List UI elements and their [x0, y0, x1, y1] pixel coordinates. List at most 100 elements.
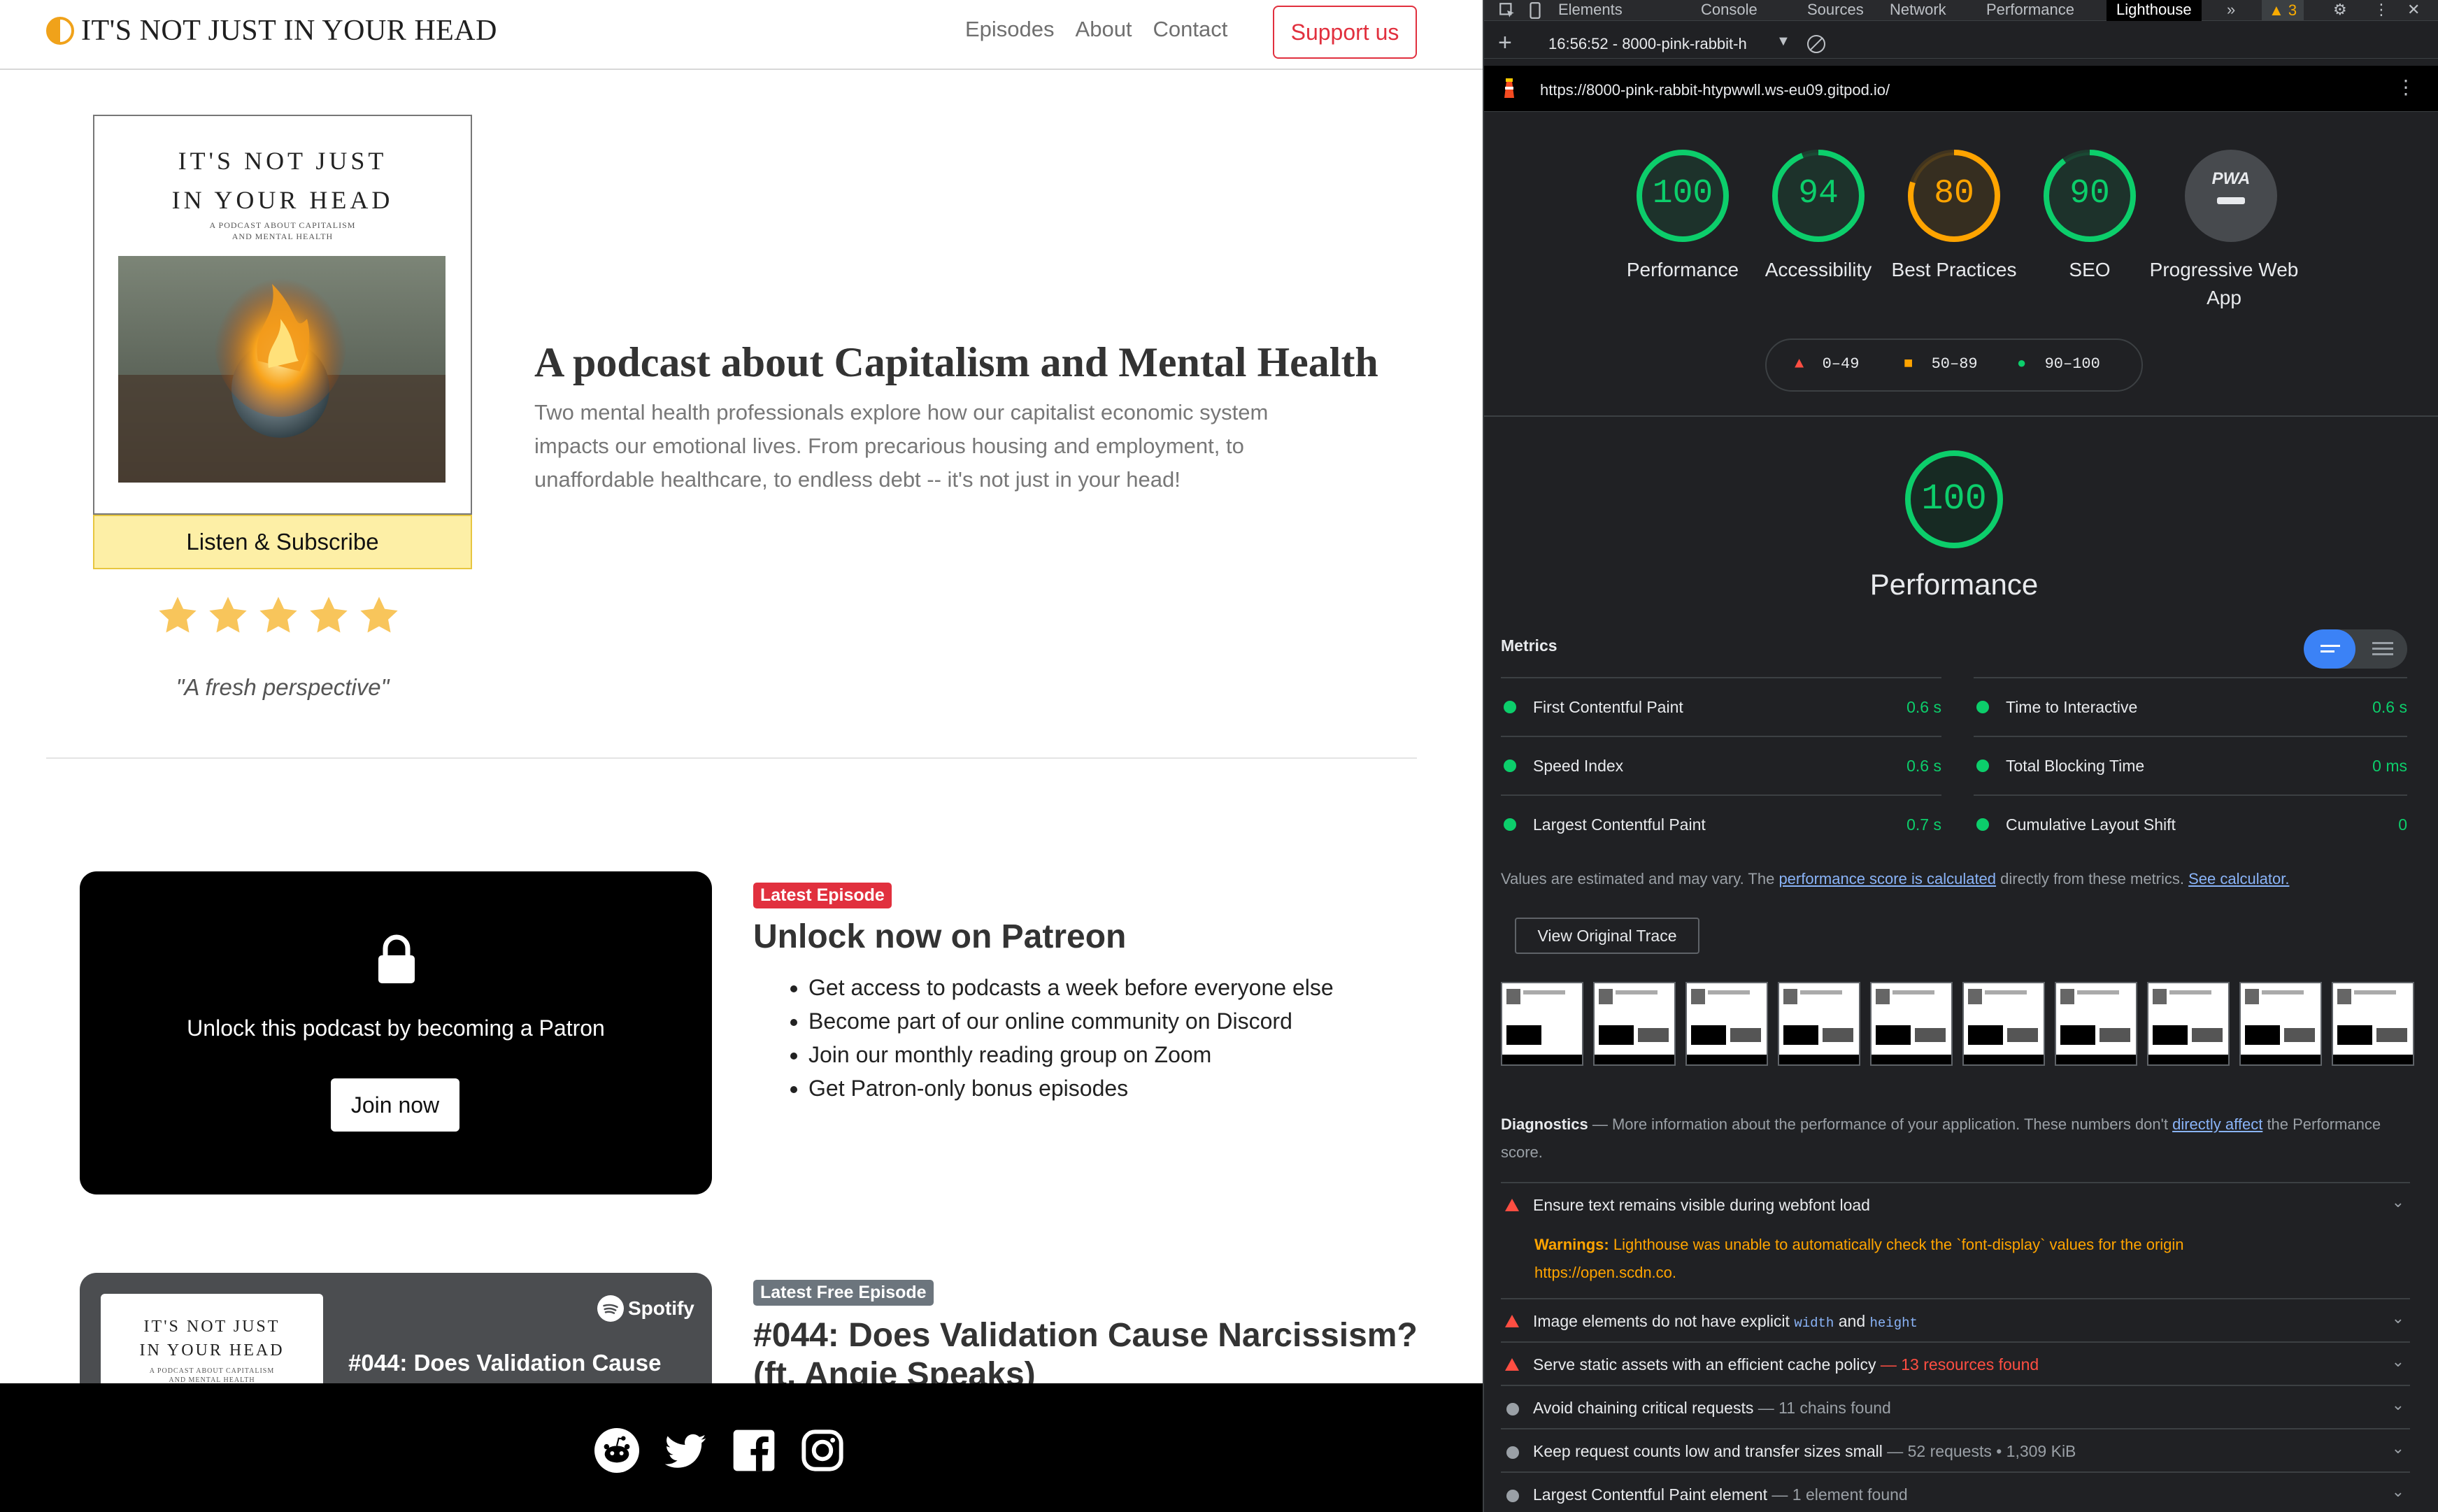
spotify-episode-title: #044: Does Validation Cause — [348, 1350, 662, 1376]
inspect-element-icon[interactable] — [1498, 1, 1516, 20]
toggle-compact-view[interactable] — [2304, 629, 2355, 669]
audit-title-wrap: Avoid chaining critical requests — 11 ch… — [1533, 1399, 1891, 1418]
audit-title-wrap: Largest Contentful Paint element — 1 ele… — [1533, 1485, 1908, 1504]
metric-cls: Cumulative Layout Shift 0 — [1974, 794, 2407, 853]
nav-link-about[interactable]: About — [1076, 17, 1132, 42]
metric-name: First Contentful Paint — [1533, 698, 1683, 716]
cover-subtitle-line: AND MENTAL HEALTH — [231, 231, 334, 241]
facebook-icon[interactable] — [732, 1428, 776, 1473]
warnings-badge[interactable]: ▲ 3 — [2262, 0, 2304, 21]
gauge-label: Performance — [1626, 259, 1739, 280]
score-calculated-link[interactable]: performance score is calculated — [1778, 870, 1996, 887]
audit-request-counts[interactable]: Keep request counts low and transfer siz… — [1501, 1428, 2410, 1471]
listen-subscribe-button[interactable]: Listen & Subscribe — [93, 515, 472, 569]
device-toolbar-icon[interactable] — [1526, 1, 1544, 20]
new-report-plus-icon[interactable]: + — [1498, 29, 1512, 57]
report-selector[interactable]: 16:56:52 - 8000-pink-rabbit-h — [1548, 35, 1747, 53]
tab-sources[interactable]: Sources — [1807, 0, 1864, 21]
chevron-down-icon[interactable]: ▼ — [1776, 34, 1790, 50]
chevron-down-icon[interactable]: ⌄ — [2392, 1439, 2404, 1457]
audit-lcp-element[interactable]: Largest Contentful Paint element — 1 ele… — [1501, 1471, 2410, 1512]
code-width: width — [1794, 1315, 1834, 1331]
star-icon — [159, 597, 197, 633]
pwa-badge[interactable]: PWA — [2185, 150, 2277, 242]
tab-performance[interactable]: Performance — [1986, 0, 2074, 21]
webfont-warning: Warnings: Lighthouse was unable to autom… — [1534, 1231, 2374, 1287]
directly-affect-link[interactable]: directly affect — [2172, 1115, 2262, 1133]
chevron-down-icon[interactable]: ⌄ — [2392, 1483, 2404, 1501]
nav-link-contact[interactable]: Contact — [1153, 17, 1228, 42]
gauge-score: 90 — [2069, 175, 2110, 213]
spotify-icon — [597, 1295, 624, 1322]
tab-network[interactable]: Network — [1890, 0, 1946, 21]
chevron-down-icon[interactable]: ⌄ — [2392, 1396, 2404, 1414]
audit-title-wrap: Serve static assets with an efficient ca… — [1533, 1355, 2039, 1374]
metric-value: 0 ms — [2372, 757, 2407, 775]
diagnostics-text: — More information about the performance… — [1592, 1115, 2168, 1133]
social-links — [594, 1428, 845, 1473]
filmstrip-frame — [2239, 982, 2322, 1066]
gauge-label: Progressive Web App — [2149, 259, 2299, 308]
audit-critical-chains[interactable]: Avoid chaining critical requests — 11 ch… — [1501, 1385, 2410, 1428]
audit-meta: — 13 resources found — [1880, 1355, 2039, 1374]
audit-and: and — [1838, 1312, 1866, 1330]
audit-title: Keep request counts low and transfer siz… — [1533, 1442, 1883, 1460]
spotify-logo[interactable]: Spotify — [597, 1295, 694, 1322]
chevron-down-icon[interactable]: ⌄ — [2392, 1353, 2404, 1371]
more-tabs-icon[interactable]: » — [2227, 0, 2235, 21]
metric-value: 0.6 s — [2372, 698, 2407, 716]
audit-title: Largest Contentful Paint element — [1533, 1485, 1767, 1504]
audited-url[interactable]: https://8000-pink-rabbit-htypwwll.ws-eu0… — [1540, 81, 1890, 99]
chevron-down-icon[interactable]: ⌄ — [2392, 1193, 2404, 1211]
cover-subtitle-line: A PODCAST ABOUT CAPITALISM — [209, 220, 356, 230]
audit-title: Serve static assets with an efficient ca… — [1533, 1355, 1876, 1374]
score-legend: ▲ 0–49 ■ 50–89 ● 90–100 — [1765, 338, 2143, 392]
join-now-button[interactable]: Join now — [331, 1078, 459, 1132]
see-calculator-link[interactable]: See calculator. — [2188, 870, 2289, 887]
gauge-label: Best Practices — [1891, 259, 2017, 280]
instagram-icon[interactable] — [800, 1428, 845, 1473]
pass-dot-icon — [1976, 701, 1989, 713]
nav-links: Episodes About Contact — [965, 17, 1227, 42]
diagnostics-intro: Diagnostics — More information about the… — [1501, 1111, 2410, 1167]
support-us-button[interactable]: Support us — [1273, 6, 1417, 59]
reddit-icon[interactable] — [594, 1428, 639, 1473]
audit-image-dimensions[interactable]: Image elements do not have explicit widt… — [1501, 1298, 2410, 1341]
website-viewport: IT'S NOT JUST IN YOUR HEAD Episodes Abou… — [0, 0, 1483, 1512]
settings-gear-icon[interactable]: ⚙ — [2333, 0, 2347, 21]
lighthouse-icon — [1504, 78, 1514, 98]
metrics-note: Values are estimated and may vary. The p… — [1501, 867, 2410, 891]
podcast-cover[interactable]: IT'S NOT JUST IN YOUR HEAD A PODCAST ABO… — [93, 115, 472, 515]
tab-console[interactable]: Console — [1701, 0, 1758, 21]
gauge-score: 94 — [1798, 175, 1839, 213]
kebab-menu-icon[interactable]: ⋮ — [2374, 0, 2389, 21]
tab-elements[interactable]: Elements — [1558, 0, 1623, 21]
hero-description: Two mental health professionals explore … — [534, 400, 1269, 492]
brand-title: IT'S NOT JUST IN YOUR HEAD — [81, 15, 497, 47]
metric-lcp: Largest Contentful Paint 0.7 s — [1501, 794, 1941, 853]
patreon-benefits-list: Get access to podcasts a week before eve… — [783, 971, 1334, 1105]
clear-reports-icon[interactable] — [1807, 35, 1825, 53]
nav-link-episodes[interactable]: Episodes — [965, 17, 1055, 42]
audit-title-wrap: Keep request counts low and transfer siz… — [1533, 1442, 2076, 1461]
view-original-trace-button[interactable]: View Original Trace — [1515, 918, 1699, 954]
pwa-badge-text: PWA — [2211, 169, 2251, 188]
report-menu-icon[interactable]: ⋮ — [2396, 76, 2416, 99]
twitter-icon[interactable] — [663, 1428, 708, 1473]
filmstrip-frame — [1685, 982, 1768, 1066]
metrics-view-toggle[interactable] — [2304, 629, 2407, 669]
filmstrip-frame — [1501, 982, 1583, 1066]
toggle-line-icon — [2372, 653, 2393, 655]
close-icon[interactable]: ✕ — [2407, 0, 2420, 21]
brand[interactable]: IT'S NOT JUST IN YOUR HEAD — [46, 14, 497, 48]
gauge-accessibility[interactable]: 94 — [1769, 147, 1867, 245]
gauge-performance[interactable]: 100 — [1634, 147, 1732, 245]
tab-lighthouse[interactable]: Lighthouse — [2106, 0, 2202, 21]
audit-cache-policy[interactable]: Serve static assets with an efficient ca… — [1501, 1341, 2410, 1385]
note-text: directly from these metrics. — [2000, 870, 2184, 887]
gauge-best-practices[interactable]: 80 — [1905, 147, 2003, 245]
latest-episode-badge: Latest Episode — [753, 883, 892, 908]
gauge-seo[interactable]: 90 — [2041, 147, 2139, 245]
devtools-tabbar: Elements Console Sources Network Perform… — [1484, 0, 2438, 21]
chevron-down-icon[interactable]: ⌄ — [2392, 1309, 2404, 1327]
